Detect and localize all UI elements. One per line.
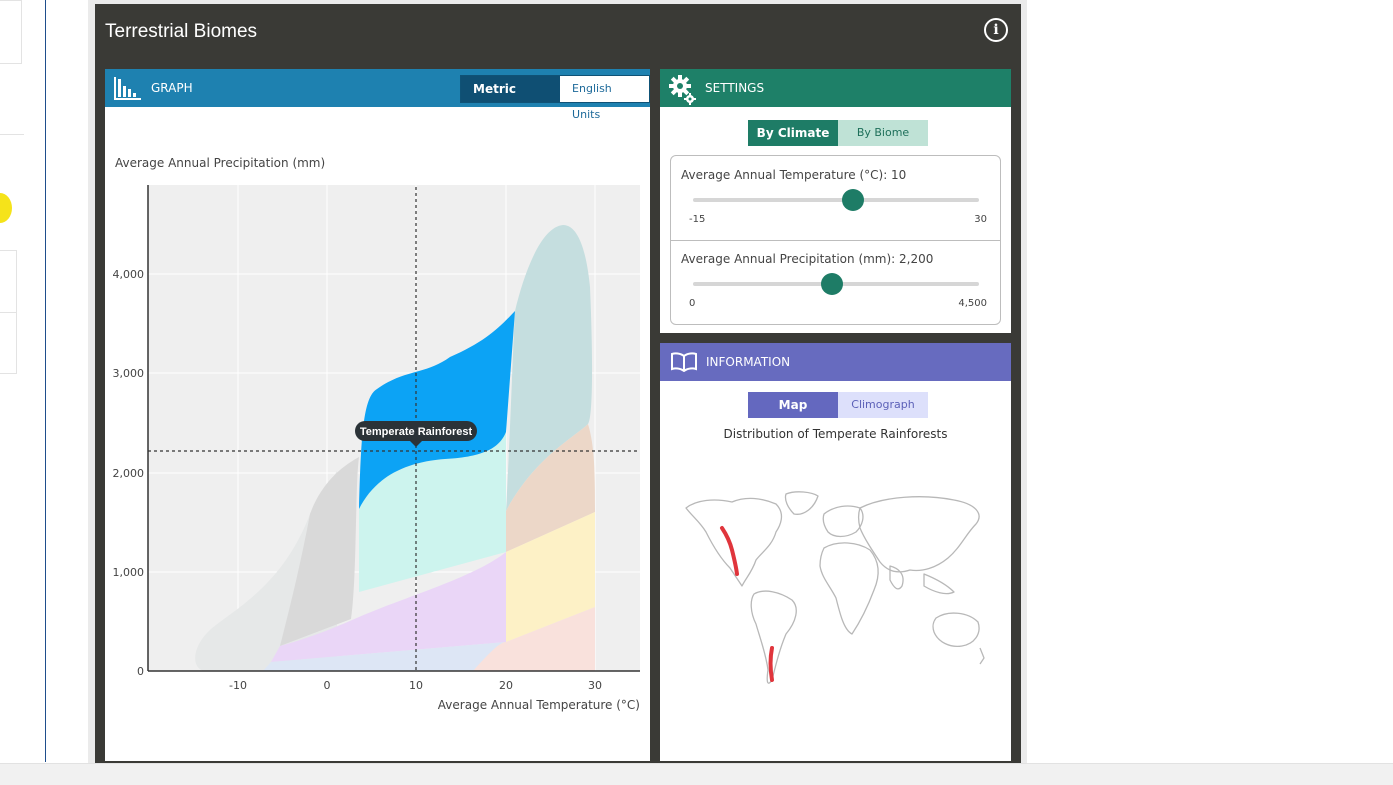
information-panel: INFORMATION Map Climograph Distribution … (660, 343, 1011, 761)
map-view-button[interactable]: Map (748, 392, 838, 418)
settings-panel: SETTINGS By Climate By Biome Average Ann… (660, 69, 1011, 333)
gear-icon (669, 75, 696, 105)
precipitation-slider-thumb[interactable] (821, 273, 843, 295)
climograph-view-button[interactable]: Climograph (838, 392, 928, 418)
y-tick-label: 1,000 (113, 566, 145, 579)
temperature-slider-thumb[interactable] (842, 189, 864, 211)
x-tick-label: 20 (499, 679, 513, 692)
y-tick-label: 3,000 (113, 367, 145, 380)
left-divider (0, 312, 16, 313)
bar-chart-icon (114, 77, 141, 100)
bottom-scrollbar-strip (0, 763, 1393, 785)
precipitation-min-label: 0 (689, 298, 696, 309)
english-units-button[interactable]: English Units (560, 76, 649, 121)
open-book-icon (671, 352, 697, 372)
y-tick-label: 2,000 (113, 467, 145, 480)
graph-panel-header: GRAPH Metric Units English Units (105, 69, 650, 122)
by-biome-button[interactable]: By Biome (838, 120, 928, 146)
world-distribution-map (685, 491, 985, 684)
y-tick-label: 4,000 (113, 268, 145, 281)
distribution-title: Distribution of Temperate Rainforests (723, 427, 948, 441)
graph-panel: GRAPH Metric Units English Units Average… (105, 69, 650, 761)
by-climate-button[interactable]: By Climate (748, 120, 838, 146)
settings-panel-title: SETTINGS (705, 81, 765, 95)
x-tick-label: 10 (409, 679, 423, 692)
x-tick-label: 30 (588, 679, 602, 692)
x-axis-label: Average Annual Temperature (°C) (438, 698, 640, 712)
temperature-slider-label: Average Annual Temperature (°C): 10 (681, 168, 907, 182)
settings-panel-header: SETTINGS (660, 69, 1011, 107)
information-panel-header: INFORMATION (660, 343, 1011, 381)
slider-divider (671, 240, 1000, 241)
x-tick-label: -10 (229, 679, 247, 692)
tooltip-text: Temperate Rainforest (360, 426, 473, 438)
y-axis-label: Average Annual Precipitation (mm) (115, 156, 325, 170)
information-panel-title: INFORMATION (706, 355, 791, 369)
precipitation-slider-label: Average Annual Precipitation (mm): 2,200 (681, 252, 934, 266)
y-tick-label: 0 (137, 665, 144, 678)
mode-toggle: By Climate By Biome (748, 120, 928, 146)
temperature-slider-track[interactable] (693, 198, 979, 202)
rainforest-highlight-south-america (768, 646, 774, 682)
biome-climograph-chart[interactable]: Average Annual Precipitation (mm) Temper… (105, 107, 650, 761)
temperature-min-label: -15 (689, 214, 706, 225)
climate-sliders: Average Annual Temperature (°C): 10 -15 … (670, 155, 1001, 325)
info-icon[interactable]: i (984, 18, 1008, 42)
page-divider-line (45, 0, 46, 762)
left-card-fragment (0, 70, 24, 135)
unit-toggle: Metric Units English Units (460, 75, 650, 122)
view-toggle: Map Climograph (748, 392, 928, 418)
biomes-app: Terrestrial Biomes i GRAPH Metric Units … (95, 4, 1021, 763)
app-title: Terrestrial Biomes (105, 21, 258, 42)
notification-dot (0, 193, 12, 223)
x-tick-label: 0 (324, 679, 331, 692)
metric-units-button[interactable]: Metric Units (461, 76, 561, 122)
graph-panel-title: GRAPH (151, 81, 193, 95)
left-card-fragment (0, 0, 22, 64)
temperature-max-label: 30 (974, 214, 987, 225)
precipitation-max-label: 4,500 (958, 298, 987, 309)
